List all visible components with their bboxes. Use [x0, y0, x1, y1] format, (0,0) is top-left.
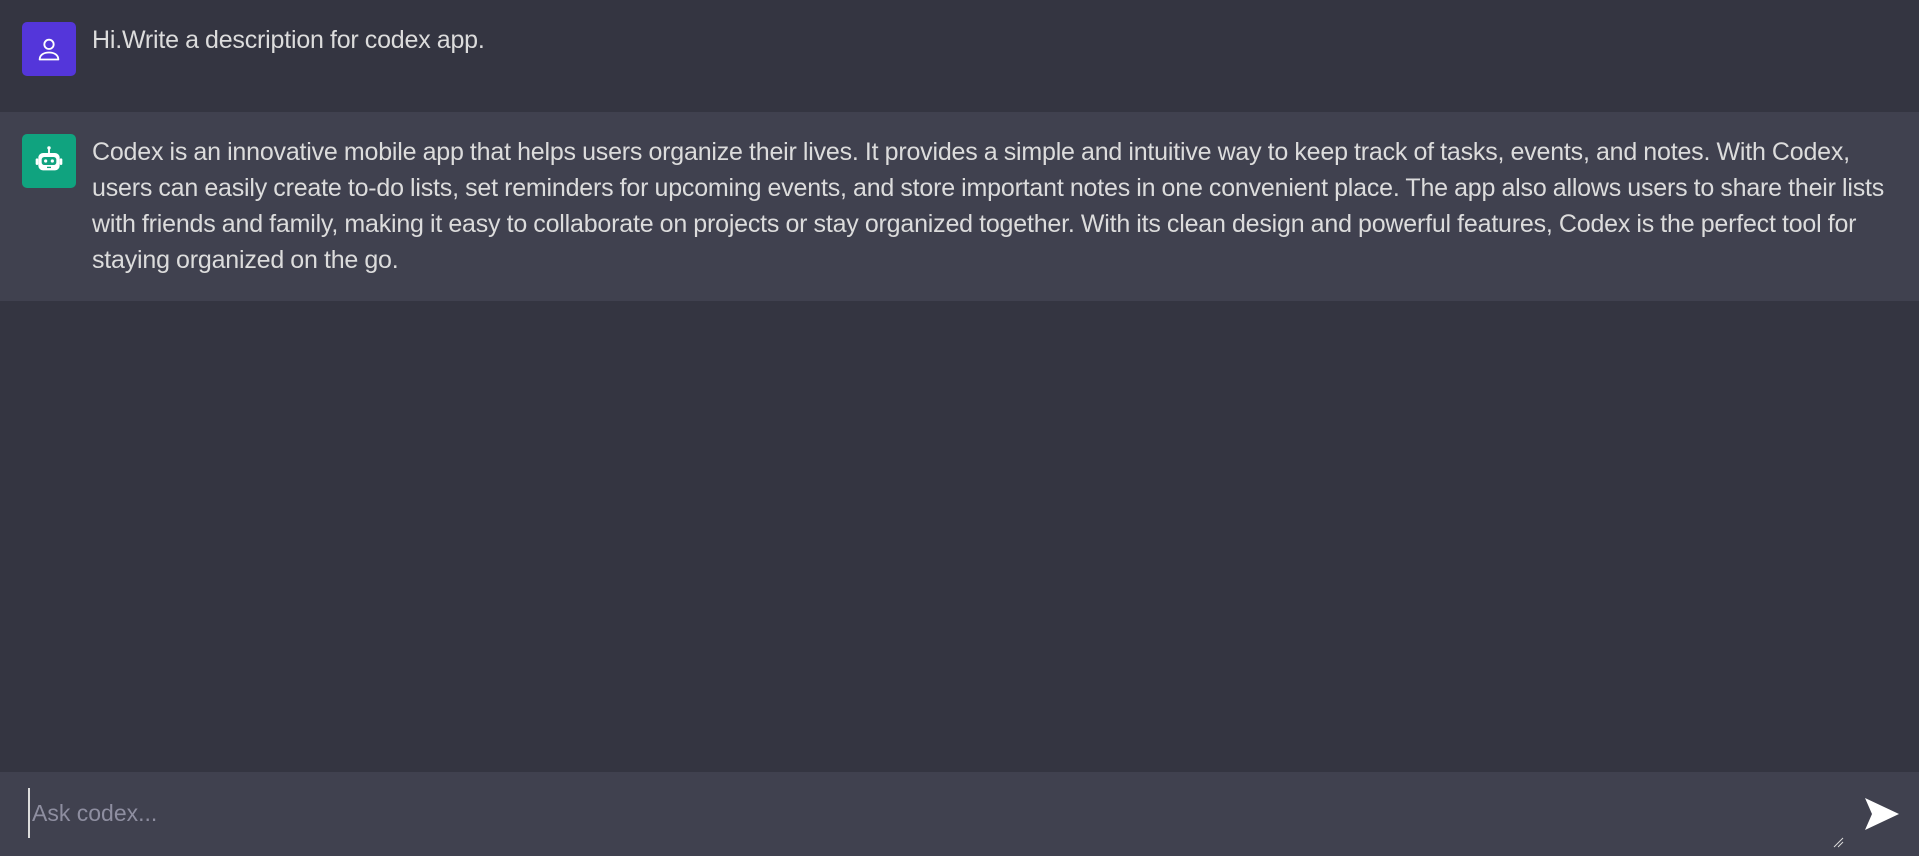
assistant-message-text: Codex is an innovative mobile app that h… [92, 138, 1891, 274]
bot-icon [35, 146, 63, 171]
send-button[interactable] [1862, 794, 1902, 834]
user-message-text: Hi.Write a description for codex app. [92, 26, 485, 54]
assistant-message: Codex is an innovative mobile app that h… [0, 112, 1919, 301]
user-avatar [22, 22, 76, 76]
chat-container: Hi.Write a description for codex app. Co… [0, 0, 1919, 772]
send-icon [1865, 798, 1899, 830]
user-icon [38, 38, 60, 61]
bot-avatar [22, 134, 76, 188]
chat-app: Hi.Write a description for codex app. Co… [0, 0, 1919, 856]
user-message: Hi.Write a description for codex app. [0, 0, 1919, 112]
prompt-input[interactable] [28, 788, 1854, 838]
resize-handle-icon[interactable] [1832, 836, 1844, 848]
composer [0, 772, 1919, 856]
